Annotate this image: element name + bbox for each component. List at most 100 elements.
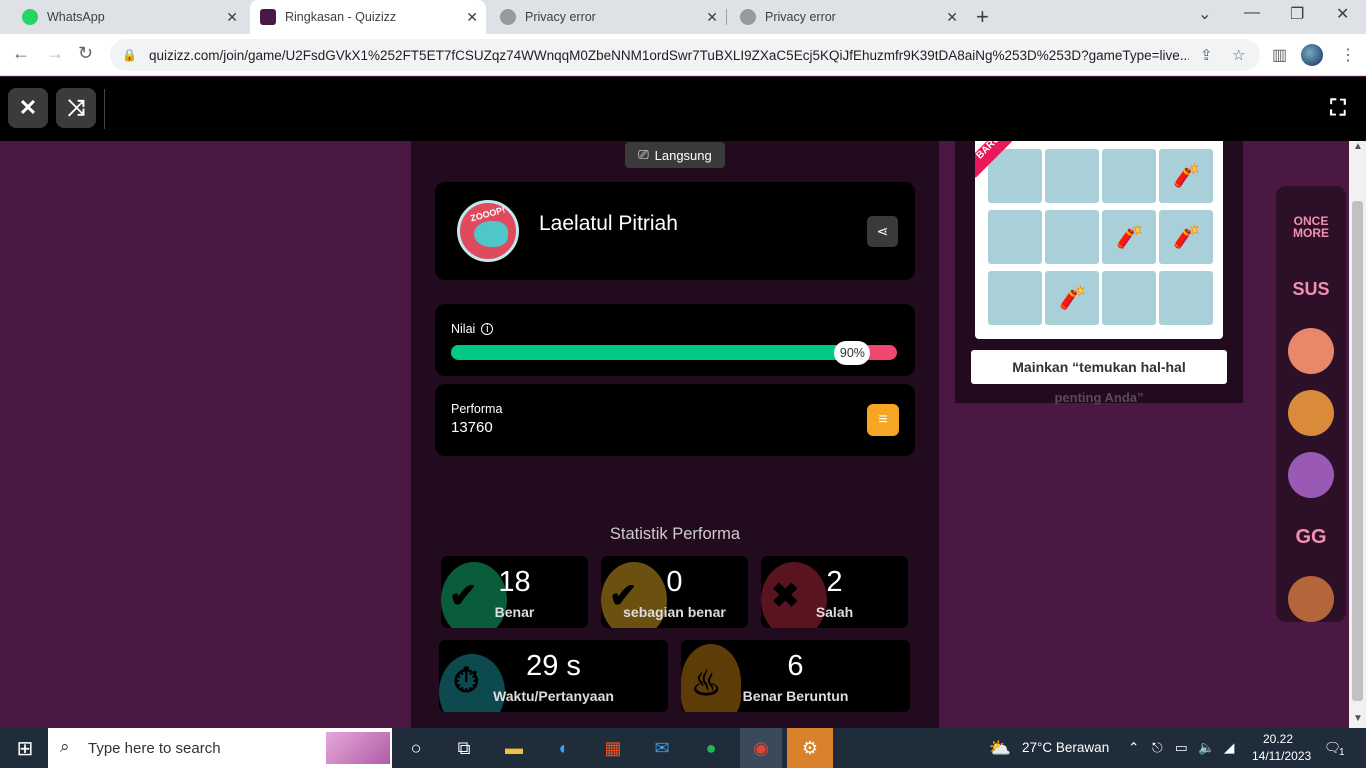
close-tab-icon[interactable]: ✕ — [706, 9, 718, 26]
edge-icon[interactable]: ◐ — [551, 735, 577, 761]
sticker-gg[interactable]: GG — [1288, 514, 1334, 560]
sticker-ok-icon[interactable] — [1288, 390, 1334, 436]
sticker-sus[interactable]: SUS — [1288, 266, 1334, 312]
info-icon[interactable]: i — [481, 323, 494, 335]
score-label: Nilai — [451, 322, 476, 336]
restore-icon[interactable]: ❐ — [1290, 4, 1304, 24]
store-icon[interactable]: ▦ — [600, 735, 626, 761]
windows-taskbar: ⊞ ⌕ Type here to search ○ ⧉ ▬ ◐ ▦ ✉ ● ◉ … — [0, 728, 1366, 768]
stat-time: ⏱ 29 s Waktu/Pertanyaan — [439, 640, 668, 712]
side-panel-icon[interactable]: ▥ — [1272, 45, 1287, 65]
minimize-icon[interactable]: — — [1244, 4, 1260, 22]
scroll-down-icon[interactable]: ▼ — [1353, 713, 1363, 724]
battery-icon[interactable]: ▭ — [1175, 740, 1188, 756]
reload-icon[interactable]: ↻ — [78, 43, 93, 64]
page-scrollbar[interactable]: ▲ ▼ — [1349, 141, 1366, 728]
tab-label: Privacy error — [525, 10, 596, 24]
player-name: Laelatul Pitriah — [539, 212, 678, 235]
quiz-header: ✕ ⤨ ⛶ — [0, 77, 1366, 141]
stat-time-value: 29 s — [526, 650, 581, 682]
stat-wrong-value: 2 — [826, 566, 843, 598]
scrollbar-thumb[interactable] — [1352, 201, 1363, 701]
firecracker-icon: 🧨 — [1173, 163, 1201, 188]
notification-count: 1 — [1339, 747, 1345, 758]
tab-quizizz[interactable]: Ringkasan - Quizizz ✕ — [250, 0, 486, 34]
search-placeholder: Type here to search — [88, 739, 221, 757]
sticker-face-icon[interactable] — [1288, 328, 1334, 374]
fullscreen-icon[interactable]: ⛶ — [1318, 88, 1358, 128]
cortana-icon[interactable]: ○ — [403, 735, 429, 761]
memory-game-preview[interactable]: 🧨 🧨 🧨 🧨 BARU — [975, 141, 1223, 339]
stat-wrong: ✖ 2 Salah — [761, 556, 908, 628]
tab-privacy-error-2[interactable]: Privacy error ✕ — [730, 0, 966, 34]
close-tab-icon[interactable]: ✕ — [226, 9, 238, 26]
globe-icon — [500, 9, 516, 25]
windows-start-icon[interactable]: ⊞ — [12, 735, 38, 761]
fish-icon — [474, 221, 508, 247]
tab-separator — [726, 9, 727, 25]
stat-streak-label: Benar Beruntun — [742, 688, 849, 704]
wifi-icon[interactable]: ◢ — [1224, 740, 1234, 756]
main-area: ⎚ Langsung ZOOOP! Laelatul Pitriah ⋖ Nil… — [0, 141, 1349, 728]
task-view-icon[interactable]: ⧉ — [451, 735, 477, 761]
bookmark-star-icon[interactable]: ☆ — [1232, 46, 1245, 64]
stats-title: Statistik Performa — [609, 525, 741, 543]
tab-search-chevron-icon[interactable]: ⌄ — [1198, 4, 1211, 24]
taskbar-search[interactable]: ⌕ Type here to search — [48, 728, 392, 768]
game-tile — [988, 210, 1042, 264]
close-tab-icon[interactable]: ✕ — [946, 9, 958, 26]
taskbar-clock[interactable]: 20.22 14/11/2023 — [1252, 731, 1311, 765]
menu-kebab-icon[interactable]: ⋮ — [1340, 45, 1356, 65]
chrome-icon[interactable]: ◉ — [740, 728, 782, 768]
spotify-icon[interactable]: ● — [698, 735, 724, 761]
search-icon: ⌕ — [60, 737, 70, 756]
share-page-icon[interactable]: ⇪ — [1200, 46, 1213, 64]
tab-privacy-error-1[interactable]: Privacy error ✕ — [490, 0, 727, 34]
address-bar[interactable]: 🔒 quizizz.com/join/game/U2FsdGVkX1%252FT… — [110, 39, 1260, 71]
back-arrow-icon[interactable]: ← — [12, 43, 30, 64]
close-tab-icon[interactable]: ✕ — [466, 9, 478, 26]
whatsapp-icon — [22, 9, 38, 25]
forward-arrow-icon[interactable]: → — [46, 43, 64, 64]
stat-wrong-label: Salah — [815, 604, 854, 620]
coins-icon: ≡ — [867, 404, 899, 436]
live-icon: ⎚ — [638, 147, 649, 162]
clock-date: 14/11/2023 — [1252, 749, 1312, 763]
sticker-ghost-icon[interactable] — [1288, 452, 1334, 498]
sticker-sleep-icon[interactable] — [1288, 576, 1334, 622]
game-tile — [1045, 210, 1099, 264]
url-text[interactable]: quizizz.com/join/game/U2FsdGVkX1%252FT5E… — [149, 48, 1189, 63]
stat-partial: ✔ 0 sebagian benar — [601, 556, 748, 628]
mail-icon[interactable]: ✉ — [649, 735, 675, 761]
play-game-button[interactable]: Mainkan “temukan hal-hal — [971, 350, 1227, 384]
lock-icon[interactable]: 🔒 — [122, 48, 137, 62]
settings-gear-icon[interactable]: ⚙ — [787, 728, 833, 768]
tray-chevron-icon[interactable]: ⌃ — [1128, 740, 1139, 756]
close-window-icon[interactable]: ✕ — [1336, 4, 1349, 24]
performance-card: Performa 13760 ≡ — [435, 384, 915, 456]
volume-icon[interactable]: 🔈 — [1198, 740, 1215, 756]
quizizz-icon — [260, 9, 276, 25]
tab-label: WhatsApp — [47, 10, 105, 24]
play-game-subtitle: penting Anda” — [1054, 390, 1144, 405]
game-tile — [1159, 271, 1213, 325]
share-button[interactable]: ⋖ — [867, 216, 898, 247]
tab-whatsapp[interactable]: WhatsApp ✕ — [8, 0, 246, 34]
globe-icon — [740, 9, 756, 25]
meet-icon[interactable]: ⎋ — [1152, 740, 1163, 756]
new-tab-icon[interactable]: + — [976, 4, 989, 30]
firecracker-bundle-icon: 🧨 — [1059, 285, 1087, 310]
shuffle-off-icon[interactable]: ⤨ — [56, 88, 96, 128]
file-explorer-icon[interactable]: ▬ — [501, 735, 527, 761]
tab-label: Privacy error — [765, 10, 836, 24]
weather-text[interactable]: 27°C Berawan — [1022, 740, 1109, 755]
share-icon: ⋖ — [876, 223, 889, 239]
weather-cloud-icon: ⛅ — [988, 737, 1012, 758]
clock-time: 20.22 — [1262, 732, 1294, 746]
avatar: ZOOOP! — [457, 200, 519, 262]
player-card: ZOOOP! Laelatul Pitriah ⋖ — [435, 182, 915, 280]
scroll-up-icon[interactable]: ▲ — [1353, 141, 1363, 152]
sticker-once-more[interactable]: ONCE MORE — [1288, 204, 1334, 250]
close-icon[interactable]: ✕ — [8, 88, 48, 128]
profile-avatar[interactable] — [1301, 44, 1323, 66]
